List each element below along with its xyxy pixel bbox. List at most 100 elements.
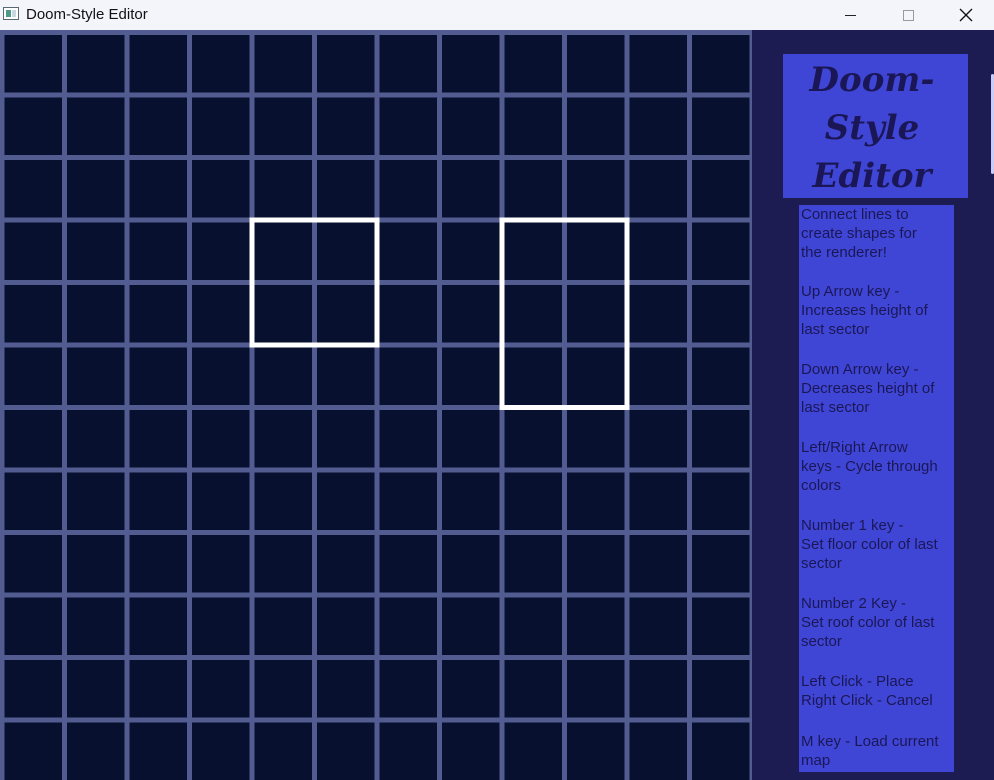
grid-cell[interactable] bbox=[129, 160, 188, 218]
grid-cell[interactable] bbox=[254, 35, 313, 93]
grid-cell[interactable] bbox=[442, 535, 500, 593]
grid-cell[interactable] bbox=[192, 97, 250, 156]
grid-cell[interactable] bbox=[567, 347, 625, 406]
grid-cell[interactable] bbox=[379, 597, 438, 656]
grid-cell[interactable] bbox=[629, 35, 688, 93]
grid-cell[interactable] bbox=[67, 347, 125, 406]
grid-cell[interactable] bbox=[129, 35, 188, 93]
grid-cell[interactable] bbox=[629, 97, 688, 156]
grid-cell[interactable] bbox=[504, 35, 563, 93]
grid-cell[interactable] bbox=[67, 472, 125, 531]
grid-cell[interactable] bbox=[129, 597, 188, 656]
grid-cell[interactable] bbox=[254, 472, 313, 531]
grid-cell[interactable] bbox=[567, 597, 625, 656]
grid-cell[interactable] bbox=[129, 660, 188, 718]
grid-cell[interactable] bbox=[504, 660, 563, 718]
grid-cell[interactable] bbox=[629, 410, 688, 468]
grid-cell[interactable] bbox=[254, 222, 313, 281]
grid-cell[interactable] bbox=[567, 410, 625, 468]
grid-cell[interactable] bbox=[442, 660, 500, 718]
grid-cell[interactable] bbox=[567, 222, 625, 281]
grid-cell[interactable] bbox=[129, 222, 188, 281]
grid-cell[interactable] bbox=[129, 347, 188, 406]
grid-cell[interactable] bbox=[442, 597, 500, 656]
grid-cell[interactable] bbox=[4, 410, 63, 468]
grid-cell[interactable] bbox=[504, 597, 563, 656]
grid-cell[interactable] bbox=[4, 347, 63, 406]
grid-cell[interactable] bbox=[129, 410, 188, 468]
grid-cell[interactable] bbox=[567, 722, 625, 780]
grid-cell[interactable] bbox=[567, 160, 625, 218]
editor-grid[interactable] bbox=[0, 30, 752, 780]
grid-cell[interactable] bbox=[567, 535, 625, 593]
grid-cell[interactable] bbox=[567, 97, 625, 156]
grid-cell[interactable] bbox=[317, 722, 375, 780]
grid-cell[interactable] bbox=[129, 535, 188, 593]
grid-cell[interactable] bbox=[379, 97, 438, 156]
grid-cell[interactable] bbox=[379, 660, 438, 718]
grid-cell[interactable] bbox=[629, 597, 688, 656]
grid-cell[interactable] bbox=[4, 660, 63, 718]
editor-grid-canvas[interactable] bbox=[0, 30, 752, 780]
grid-cell[interactable] bbox=[317, 472, 375, 531]
grid-cell[interactable] bbox=[317, 222, 375, 281]
grid-cell[interactable] bbox=[129, 97, 188, 156]
grid-cell[interactable] bbox=[67, 222, 125, 281]
grid-cell[interactable] bbox=[442, 222, 500, 281]
grid-cell[interactable] bbox=[442, 285, 500, 343]
grid-cell[interactable] bbox=[504, 722, 563, 780]
grid-cell[interactable] bbox=[629, 347, 688, 406]
grid-cell[interactable] bbox=[192, 410, 250, 468]
grid-cell[interactable] bbox=[254, 285, 313, 343]
grid-cell[interactable] bbox=[692, 97, 750, 156]
grid-cell[interactable] bbox=[504, 222, 563, 281]
grid-cell[interactable] bbox=[379, 285, 438, 343]
grid-cell[interactable] bbox=[692, 535, 750, 593]
grid-cell[interactable] bbox=[254, 535, 313, 593]
grid-cell[interactable] bbox=[692, 285, 750, 343]
grid-cell[interactable] bbox=[192, 160, 250, 218]
grid-cell[interactable] bbox=[4, 160, 63, 218]
grid-cell[interactable] bbox=[254, 97, 313, 156]
grid-cell[interactable] bbox=[192, 535, 250, 593]
grid-cell[interactable] bbox=[317, 410, 375, 468]
grid-cell[interactable] bbox=[379, 160, 438, 218]
grid-cell[interactable] bbox=[379, 535, 438, 593]
grid-cell[interactable] bbox=[4, 35, 63, 93]
grid-cell[interactable] bbox=[317, 160, 375, 218]
grid-cell[interactable] bbox=[442, 347, 500, 406]
grid-cell[interactable] bbox=[317, 35, 375, 93]
grid-cell[interactable] bbox=[692, 472, 750, 531]
grid-cell[interactable] bbox=[629, 660, 688, 718]
grid-cell[interactable] bbox=[567, 660, 625, 718]
grid-cell[interactable] bbox=[129, 285, 188, 343]
grid-cell[interactable] bbox=[4, 222, 63, 281]
grid-cell[interactable] bbox=[192, 660, 250, 718]
grid-cell[interactable] bbox=[67, 535, 125, 593]
grid-cell[interactable] bbox=[254, 722, 313, 780]
grid-cell[interactable] bbox=[4, 722, 63, 780]
grid-cell[interactable] bbox=[629, 222, 688, 281]
grid-cell[interactable] bbox=[4, 535, 63, 593]
grid-cell[interactable] bbox=[692, 222, 750, 281]
grid-cell[interactable] bbox=[504, 535, 563, 593]
grid-cell[interactable] bbox=[442, 35, 500, 93]
grid-cell[interactable] bbox=[504, 410, 563, 468]
grid-cell[interactable] bbox=[504, 160, 563, 218]
grid-cell[interactable] bbox=[692, 660, 750, 718]
grid-cell[interactable] bbox=[192, 472, 250, 531]
grid-cell[interactable] bbox=[504, 285, 563, 343]
grid-cell[interactable] bbox=[629, 285, 688, 343]
grid-cell[interactable] bbox=[379, 722, 438, 780]
grid-cell[interactable] bbox=[67, 35, 125, 93]
grid-cell[interactable] bbox=[692, 597, 750, 656]
grid-cell[interactable] bbox=[317, 597, 375, 656]
grid-cell[interactable] bbox=[192, 347, 250, 406]
grid-cell[interactable] bbox=[504, 472, 563, 531]
grid-cell[interactable] bbox=[379, 472, 438, 531]
grid-cell[interactable] bbox=[629, 160, 688, 218]
grid-cell[interactable] bbox=[192, 722, 250, 780]
grid-cell[interactable] bbox=[317, 660, 375, 718]
minimize-button[interactable] bbox=[827, 0, 873, 30]
grid-cell[interactable] bbox=[254, 410, 313, 468]
